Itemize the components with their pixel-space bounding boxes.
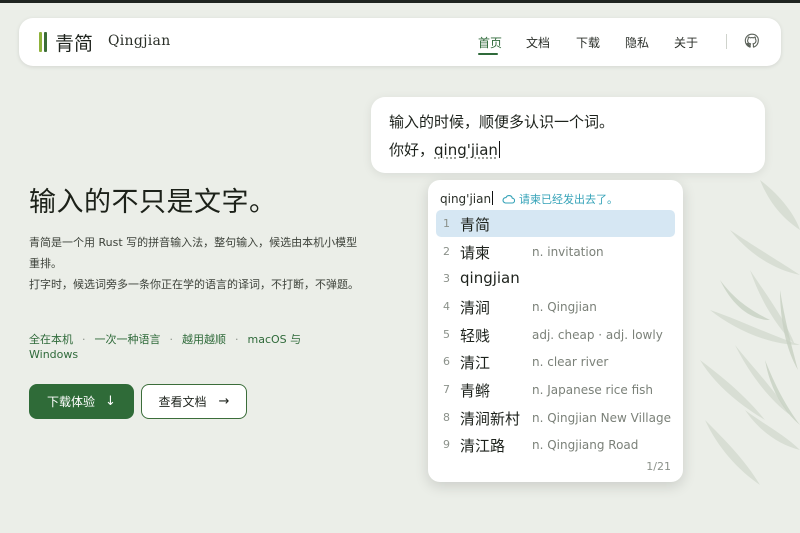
candidate-number: 9 [443, 438, 450, 451]
text-caret [498, 141, 500, 158]
ime-candidate-panel: qing'jian 请柬已经发出去了。 1 青简 2 请柬 n. invitat… [428, 180, 683, 482]
brand-name-chinese[interactable]: 青简 [55, 29, 93, 56]
candidate-number: 4 [443, 300, 450, 313]
bamboo-leaves-decoration [700, 180, 800, 485]
download-button-label: 下载体验 [47, 395, 96, 409]
nav-item-about[interactable]: 关于 [674, 34, 698, 51]
download-button[interactable]: 下载体验 ↓ [29, 384, 134, 419]
candidate-gloss: n. Qingjian New Village [532, 411, 671, 425]
candidate-item[interactable]: 7 青鳉 n. Japanese rice fish [436, 376, 675, 403]
candidate-gloss: n. clear river [532, 355, 609, 369]
candidate-word: 清江 [460, 354, 491, 372]
cloud-icon [502, 195, 515, 204]
preedit-caret [492, 191, 494, 205]
candidate-item[interactable]: 5 轻贱 adj. cheap · adj. lowly [436, 321, 675, 348]
candidate-gloss: n. Qingjiang Road [532, 438, 639, 452]
candidate-word: 清涧 [460, 299, 491, 317]
nav-item-privacy[interactable]: 隐私 [625, 34, 649, 51]
candidate-item[interactable]: 9 清江路 n. Qingjiang Road [436, 431, 675, 458]
github-icon[interactable] [744, 33, 760, 49]
active-nav-indicator [478, 53, 498, 55]
candidate-word: 清涧新村 [460, 410, 521, 428]
candidate-gloss: n. Japanese rice fish [532, 383, 654, 397]
brand-name-english[interactable]: Qingjian [108, 33, 171, 49]
candidate-item[interactable]: 3 qingjian [436, 265, 675, 292]
arrow-right-icon: → [218, 394, 230, 409]
bamboo-logo-icon[interactable] [39, 32, 47, 52]
candidate-word: 请柬 [460, 244, 491, 262]
candidate-word: 清江路 [460, 437, 506, 455]
top-navigation-bar: 青简 Qingjian 首页 文档 下载 隐私 关于 [19, 18, 781, 66]
editor-composing-text: qing'jian [434, 141, 498, 159]
editor-committed-text: 你好， [389, 141, 435, 159]
candidate-gloss: n. invitation [532, 245, 604, 259]
nav-item-download[interactable]: 下载 [576, 34, 600, 51]
arrow-down-icon: ↓ [105, 394, 116, 409]
editor-line-2: 你好，qing'jian [389, 139, 500, 160]
demo-text-editor[interactable]: 输入的时候，顺便多认识一个词。 你好，qing'jian [371, 97, 765, 173]
hero-description: 青简是一个用 Rust 写的拼音输入法，整句输入，候选由本机小模型重排。 打字时… [29, 232, 364, 295]
candidate-word: 青简 [460, 216, 491, 234]
preedit-pinyin: qing'jian [440, 192, 492, 206]
feature-local: 全在本机 [29, 333, 73, 346]
feature-one-language: 一次一种语言 [94, 333, 161, 346]
candidate-number: 7 [443, 383, 450, 396]
candidate-number: 3 [443, 272, 450, 285]
nav-divider [726, 34, 727, 49]
nav-item-home[interactable]: 首页 [478, 34, 502, 51]
editor-line-1: 输入的时候，顺便多认识一个词。 [389, 113, 615, 131]
candidate-gloss: adj. cheap · adj. lowly [532, 328, 663, 342]
candidate-item[interactable]: 6 清江 n. clear river [436, 348, 675, 375]
cloud-suggestion-text: 请柬已经发出去了。 [519, 193, 618, 206]
candidate-item[interactable]: 2 请柬 n. invitation [436, 238, 675, 265]
candidate-item[interactable]: 1 青简 [436, 210, 675, 237]
candidate-item[interactable]: 8 清涧新村 n. Qingjian New Village [436, 404, 675, 431]
page-indicator: 1/21 [646, 460, 671, 473]
feature-list: 全在本机 · 一次一种语言 · 越用越顺 · macOS 与 Windows [29, 333, 302, 361]
candidate-number: 6 [443, 355, 450, 368]
candidate-number: 8 [443, 411, 450, 424]
candidate-gloss: n. Qingjian [532, 300, 597, 314]
candidate-number: 1 [443, 217, 450, 230]
candidate-number: 2 [443, 245, 450, 258]
top-edge-bar [0, 0, 800, 3]
candidate-item[interactable]: 4 清涧 n. Qingjian [436, 293, 675, 320]
view-docs-button[interactable]: 查看文档 → [141, 384, 247, 419]
feature-gets-smoother: 越用越顺 [182, 333, 226, 346]
candidate-word: 轻贱 [460, 327, 491, 345]
candidate-word: 青鳉 [460, 382, 491, 400]
preedit-text: qing'jian [440, 191, 494, 206]
nav-item-docs[interactable]: 文档 [526, 34, 550, 51]
cloud-suggestion[interactable]: 请柬已经发出去了。 [502, 191, 618, 207]
hero-description-line-2: 打字时，候选词旁多一条你正在学的语言的译词，不打断，不弹题。 [29, 278, 359, 291]
candidate-word: qingjian [460, 269, 520, 287]
hero-description-line-1: 青简是一个用 Rust 写的拼音输入法，整句输入，候选由本机小模型重排。 [29, 236, 358, 270]
hero-title: 输入的不只是文字。 [29, 187, 277, 218]
candidate-number: 5 [443, 328, 450, 341]
view-docs-button-label: 查看文档 [158, 395, 207, 409]
